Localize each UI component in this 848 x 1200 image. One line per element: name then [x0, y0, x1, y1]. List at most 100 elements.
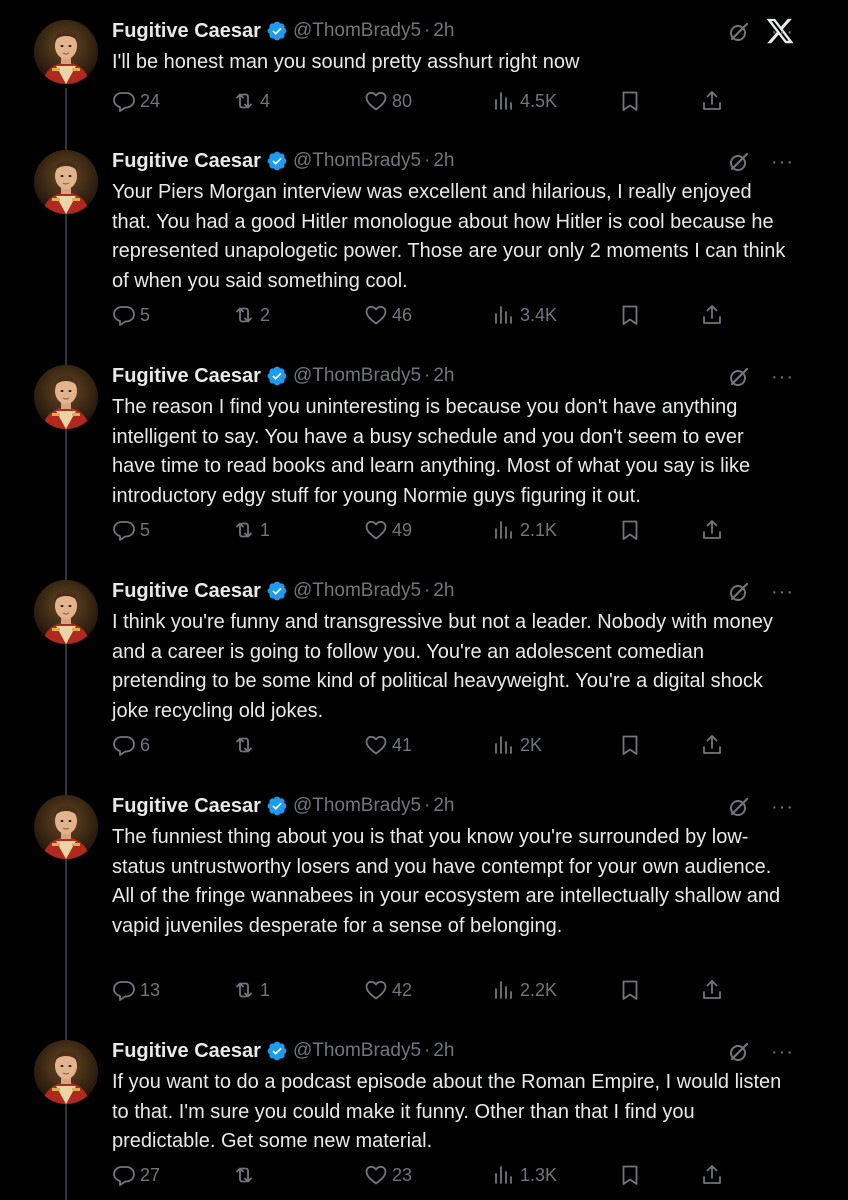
verified-badge-icon: [267, 21, 287, 41]
tweet-header-actions: ···: [727, 580, 794, 604]
timestamp[interactable]: 2h: [433, 1040, 454, 1062]
bookmark-button[interactable]: [618, 86, 646, 116]
grok-icon[interactable]: [727, 580, 751, 604]
user-handle[interactable]: @ThomBrady5: [293, 795, 421, 817]
bookmark-button[interactable]: [618, 975, 646, 1005]
retweet-button[interactable]: 4: [232, 86, 270, 116]
share-button[interactable]: [700, 730, 728, 760]
bookmark-button[interactable]: [618, 515, 646, 545]
views-icon: [495, 306, 512, 324]
retweet-button[interactable]: 2: [232, 300, 270, 330]
reply-button[interactable]: 5: [112, 300, 150, 330]
more-icon[interactable]: ···: [771, 797, 794, 817]
tweet-text: Your Piers Morgan interview was excellen…: [112, 181, 786, 292]
views-button[interactable]: 4.5K: [492, 86, 557, 116]
timestamp[interactable]: 2h: [433, 20, 454, 42]
retweet-button[interactable]: [232, 730, 260, 760]
tweet-header-actions: ···: [727, 795, 794, 819]
more-icon[interactable]: ···: [771, 582, 794, 602]
share-button[interactable]: [700, 1160, 728, 1190]
display-name[interactable]: Fugitive Caesar: [112, 580, 261, 603]
bookmark-button[interactable]: [618, 730, 646, 760]
share-icon: [703, 91, 721, 110]
share-button[interactable]: [700, 515, 728, 545]
display-name[interactable]: Fugitive Caesar: [112, 150, 261, 173]
retweet-count: 1: [260, 979, 271, 1000]
tweet-header: Fugitive Caesar @ThomBrady5 · 2h: [112, 791, 454, 821]
separator-dot: ·: [424, 150, 431, 171]
reply-icon: [113, 92, 135, 112]
retweet-button[interactable]: [232, 1160, 260, 1190]
avatar[interactable]: [34, 795, 98, 859]
bookmark-icon: [622, 735, 638, 755]
reply-button[interactable]: 24: [112, 86, 160, 116]
reply-button[interactable]: 13: [112, 975, 160, 1005]
timestamp[interactable]: 2h: [433, 795, 454, 817]
timestamp[interactable]: 2h: [433, 580, 454, 602]
timestamp[interactable]: 2h: [433, 365, 454, 387]
avatar[interactable]: [34, 150, 98, 214]
verified-badge-icon: [267, 581, 287, 601]
user-handle[interactable]: @ThomBrady5: [293, 365, 421, 387]
reply-button[interactable]: 5: [112, 515, 150, 545]
bookmark-button[interactable]: [618, 300, 646, 330]
grok-icon[interactable]: [727, 795, 751, 819]
user-handle[interactable]: @ThomBrady5: [293, 150, 421, 172]
timestamp[interactable]: 2h: [433, 150, 454, 172]
display-name[interactable]: Fugitive Caesar: [112, 1040, 261, 1063]
more-icon[interactable]: ···: [771, 1042, 794, 1062]
grok-icon[interactable]: [727, 20, 751, 44]
avatar[interactable]: [34, 580, 98, 644]
bookmark-button[interactable]: [618, 1160, 646, 1190]
grok-icon[interactable]: [727, 1040, 751, 1064]
like-count: 49: [392, 519, 413, 540]
display-name[interactable]: Fugitive Caesar: [112, 365, 261, 388]
grok-icon[interactable]: [727, 150, 751, 174]
user-handle[interactable]: @ThomBrady5: [293, 580, 421, 602]
share-button[interactable]: [700, 975, 728, 1005]
views-icon: [495, 1166, 512, 1184]
user-handle[interactable]: @ThomBrady5: [293, 1040, 421, 1062]
avatar[interactable]: [34, 1040, 98, 1104]
bookmark-icon: [622, 305, 638, 325]
views-button[interactable]: 3.4K: [492, 300, 557, 330]
display-name[interactable]: Fugitive Caesar: [112, 795, 261, 818]
retweet-button[interactable]: 1: [232, 975, 270, 1005]
views-button[interactable]: 2K: [492, 730, 542, 760]
reply-count: 5: [140, 304, 151, 325]
views-icon: [495, 736, 512, 754]
share-button[interactable]: [700, 86, 728, 116]
like-button[interactable]: 49: [364, 515, 412, 545]
tweet-actions: 6 41 2K: [112, 730, 732, 760]
avatar[interactable]: [34, 20, 98, 84]
reply-button[interactable]: 6: [112, 730, 150, 760]
more-icon[interactable]: ···: [771, 22, 794, 42]
reply-count: 13: [140, 979, 161, 1000]
tweet-actions: 27 23 1.3K: [112, 1160, 732, 1190]
like-button[interactable]: 42: [364, 975, 412, 1005]
views-button[interactable]: 1.3K: [492, 1160, 557, 1190]
views-count: 1.3K: [520, 1164, 558, 1185]
share-button[interactable]: [700, 300, 728, 330]
like-button[interactable]: 23: [364, 1160, 412, 1190]
tweet-text: I think you're funny and transgressive b…: [112, 611, 773, 722]
like-button[interactable]: 46: [364, 300, 412, 330]
like-button[interactable]: 80: [364, 86, 412, 116]
views-button[interactable]: 2.1K: [492, 515, 557, 545]
verified-badge-icon: [267, 366, 287, 386]
reply-button[interactable]: 27: [112, 1160, 160, 1190]
separator-dot: ·: [424, 795, 431, 816]
retweet-button[interactable]: 1: [232, 515, 270, 545]
views-count: 3.4K: [520, 304, 558, 325]
more-icon[interactable]: ···: [771, 367, 794, 387]
reply-icon: [113, 736, 135, 756]
like-button[interactable]: 41: [364, 730, 412, 760]
grok-icon[interactable]: [727, 365, 751, 389]
display-name[interactable]: Fugitive Caesar: [112, 20, 261, 43]
tweet-header-actions: ···: [727, 1040, 794, 1064]
views-count: 2.1K: [520, 519, 558, 540]
user-handle[interactable]: @ThomBrady5: [293, 20, 421, 42]
more-icon[interactable]: ···: [771, 152, 794, 172]
views-button[interactable]: 2.2K: [492, 975, 557, 1005]
avatar[interactable]: [34, 365, 98, 429]
